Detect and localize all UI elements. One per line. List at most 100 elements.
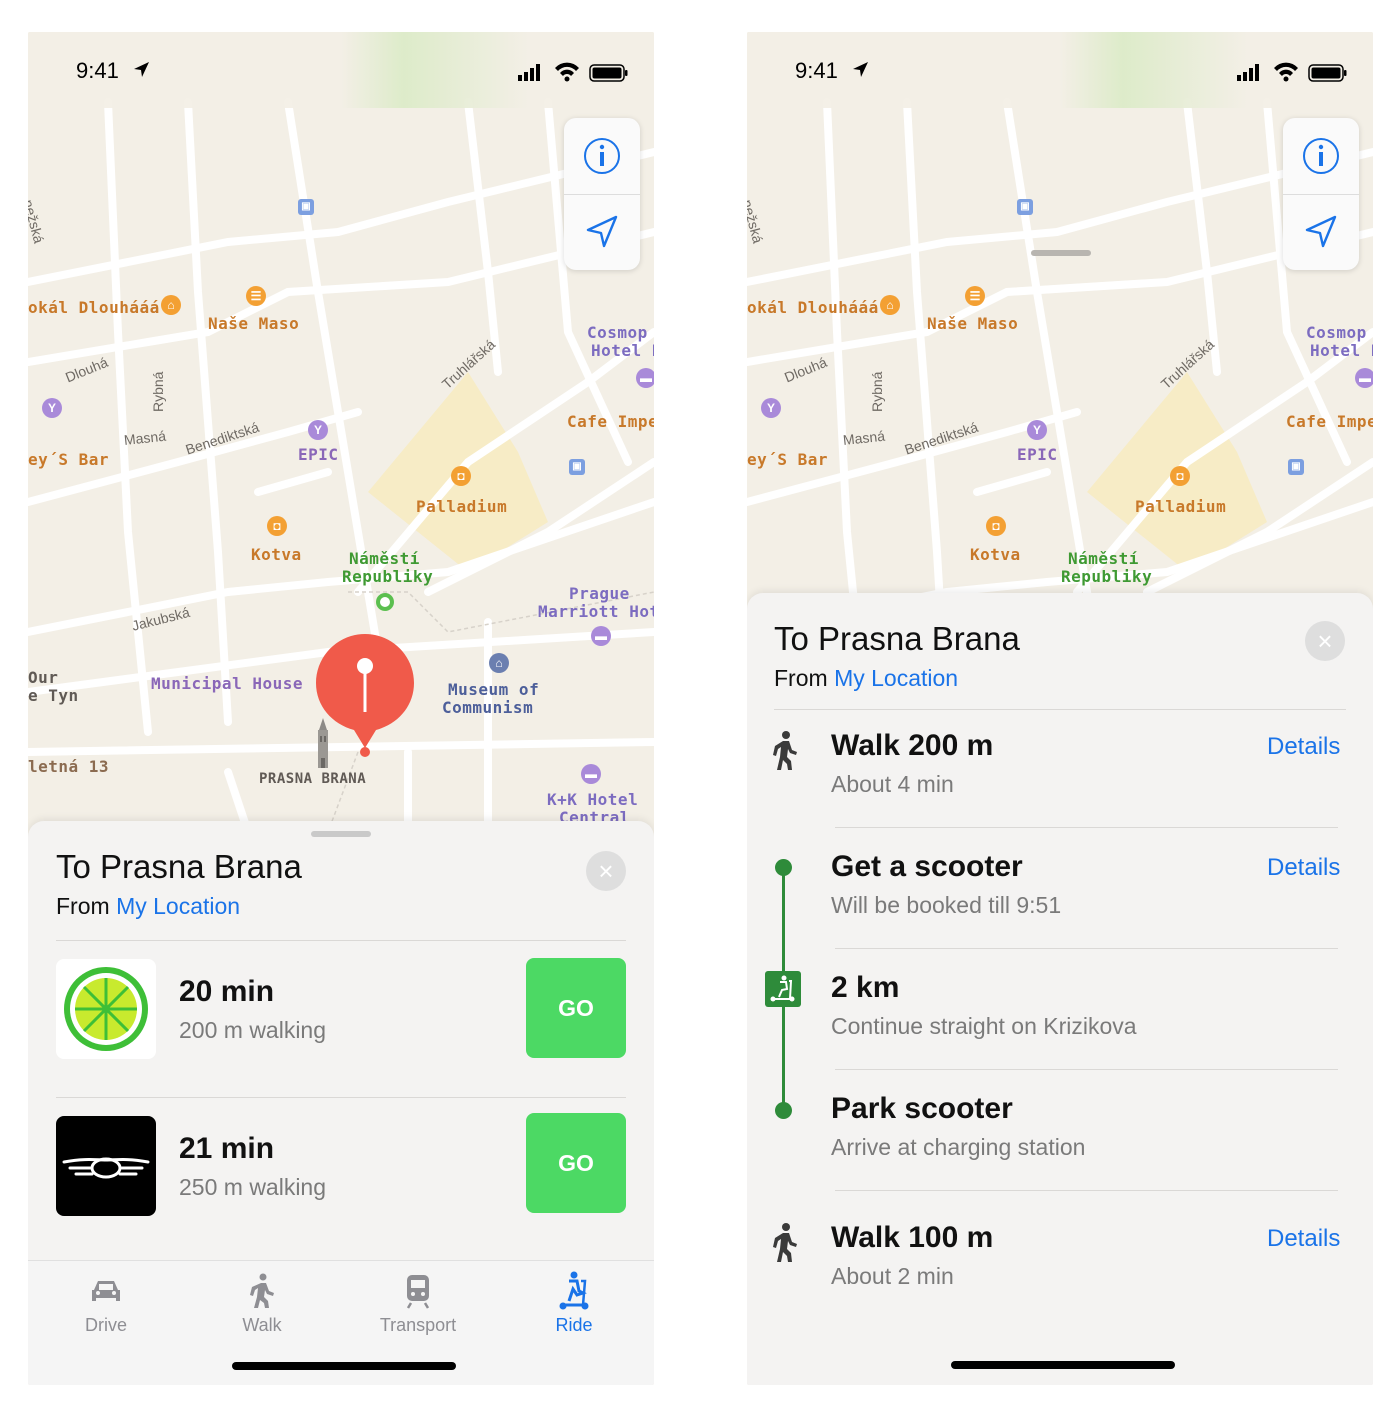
route-options-sheet: To Prasna Brana From My Location × 20 mi… xyxy=(28,821,654,1260)
shopping-icon[interactable]: ◘ xyxy=(451,466,471,486)
destination-pin-icon[interactable] xyxy=(314,632,416,760)
close-button[interactable]: × xyxy=(586,851,626,891)
status-bar: 9:41 xyxy=(28,32,654,108)
street-label: Rybná xyxy=(869,371,885,412)
divider xyxy=(56,940,626,941)
map-label-palladium[interactable]: Palladium xyxy=(1135,497,1226,516)
map-label-municipal-house[interactable]: Municipal House xyxy=(151,674,303,693)
hotel-icon[interactable]: ▬ xyxy=(581,764,601,784)
shopping-icon[interactable]: ◘ xyxy=(986,516,1006,536)
bar-icon[interactable]: Y xyxy=(42,398,62,418)
hotel-icon[interactable]: ▬ xyxy=(591,626,611,646)
hotel-icon[interactable]: ▬ xyxy=(636,368,654,388)
tab-ride[interactable]: Ride xyxy=(514,1271,634,1336)
my-location-link[interactable]: My Location xyxy=(116,893,240,919)
map-label-cafe[interactable]: Cafe Impe xyxy=(1286,412,1373,431)
close-button[interactable]: × xyxy=(1305,621,1345,661)
bus-icon[interactable]: ▣ xyxy=(1288,459,1304,475)
sheet-from: From My Location xyxy=(56,893,240,920)
tab-transport[interactable]: Transport xyxy=(358,1271,478,1336)
restaurant-icon[interactable]: ⌂ xyxy=(880,295,900,315)
map-label-bar[interactable]: ey´S Bar xyxy=(28,450,109,469)
bar-icon[interactable]: Y xyxy=(1027,420,1047,440)
step-title: Walk 100 m xyxy=(831,1221,994,1254)
location-arrow-icon[interactable] xyxy=(1303,214,1339,250)
train-icon xyxy=(406,1275,430,1309)
map-label-communism[interactable]: Communism xyxy=(442,698,533,717)
map-label-museum[interactable]: Museum of xyxy=(448,680,539,699)
tab-drive[interactable]: Drive xyxy=(46,1271,166,1336)
details-link[interactable]: Details xyxy=(1267,733,1340,761)
car-icon xyxy=(92,1281,120,1301)
map-view[interactable]: okál Dlouhááá ⌂ ☰ Naše Maso Cosmop Hotel… xyxy=(28,32,654,832)
map-label-lokal[interactable]: okál Dlouhááá xyxy=(28,298,160,317)
map-label-kotva[interactable]: Kotva xyxy=(251,545,302,564)
map-label-palladium[interactable]: Palladium xyxy=(416,497,507,516)
map-label-kk-hotel[interactable]: K+K Hotel xyxy=(547,790,638,809)
from-prefix: From xyxy=(774,665,828,691)
sheet-grabber[interactable] xyxy=(311,831,371,837)
shopping-icon[interactable]: ◘ xyxy=(267,516,287,536)
scooter-icon xyxy=(559,1271,589,1310)
details-link[interactable]: Details xyxy=(1267,1225,1340,1253)
map-label-republiky[interactable]: Republiky xyxy=(1061,567,1152,586)
map-label-nase-maso[interactable]: Naše Maso xyxy=(927,314,1018,333)
step-title: Park scooter xyxy=(831,1092,1013,1125)
map-label-kotva[interactable]: Kotva xyxy=(970,545,1021,564)
hotel-icon[interactable]: ▬ xyxy=(1355,368,1373,388)
map-label-cosmo[interactable]: Cosmop xyxy=(587,323,648,342)
location-arrow-icon xyxy=(134,62,149,77)
map-label-cosmo-hotel[interactable]: Hotel P xyxy=(591,341,654,360)
metro-station-icon[interactable] xyxy=(376,593,394,611)
shop-icon[interactable]: ☰ xyxy=(965,286,985,306)
info-icon[interactable] xyxy=(1301,136,1341,176)
map-label-our[interactable]: Our xyxy=(28,668,58,687)
map-label-epic[interactable]: EPIC xyxy=(1017,445,1058,464)
restaurant-icon[interactable]: ⌂ xyxy=(161,295,181,315)
map-label-bar[interactable]: ey´S Bar xyxy=(747,450,828,469)
map-label-lokal[interactable]: okál Dlouhááá xyxy=(747,298,879,317)
map-label-marriott[interactable]: Marriott Hote xyxy=(538,602,654,621)
bus-icon[interactable]: ▣ xyxy=(298,199,314,215)
map-label-letna[interactable]: letná 13 xyxy=(28,757,109,776)
sheet-grabber[interactable] xyxy=(1031,250,1091,256)
museum-icon[interactable]: ⌂ xyxy=(489,653,509,673)
details-link[interactable]: Details xyxy=(1267,854,1340,882)
map-label-tyn[interactable]: e Tyn xyxy=(28,686,79,705)
go-button-lime[interactable]: GO xyxy=(526,958,626,1058)
map-label-namesti[interactable]: Náměstí xyxy=(349,549,420,568)
tab-label: Drive xyxy=(84,1315,127,1335)
info-icon[interactable] xyxy=(582,136,622,176)
step-subtitle: About 4 min xyxy=(831,771,954,797)
tab-label: Walk xyxy=(242,1315,282,1335)
map-label-prasna-brana[interactable]: PRASNA BRANA xyxy=(259,771,366,787)
lime-logo xyxy=(56,959,156,1059)
shop-icon[interactable]: ☰ xyxy=(246,286,266,306)
map-label-cosmo[interactable]: Cosmop xyxy=(1306,323,1367,342)
map-label-cafe[interactable]: Cafe Impe xyxy=(567,412,654,431)
home-indicator[interactable] xyxy=(232,1362,456,1370)
location-arrow-icon xyxy=(853,62,868,77)
map-label-republiky[interactable]: Republiky xyxy=(342,567,433,586)
bar-icon[interactable]: Y xyxy=(308,420,328,440)
map-label-prague[interactable]: Prague xyxy=(569,584,630,603)
map-label-cosmo-hotel[interactable]: Hotel P xyxy=(1310,341,1373,360)
map-label-namesti[interactable]: Náměstí xyxy=(1068,549,1139,568)
bus-icon[interactable]: ▣ xyxy=(569,459,585,475)
scooter-icon xyxy=(765,971,801,1007)
location-arrow-icon[interactable] xyxy=(584,214,620,250)
map-label-nase-maso[interactable]: Naše Maso xyxy=(208,314,299,333)
home-indicator[interactable] xyxy=(951,1361,1175,1369)
tab-walk[interactable]: Walk xyxy=(202,1271,322,1336)
option-time: 20 min xyxy=(179,975,275,1008)
step-subtitle: Arrive at charging station xyxy=(831,1134,1086,1160)
go-button-bird[interactable]: GO xyxy=(526,1113,626,1213)
map-label-epic[interactable]: EPIC xyxy=(298,445,339,464)
bar-icon[interactable]: Y xyxy=(761,398,781,418)
my-location-link[interactable]: My Location xyxy=(834,665,958,691)
from-prefix: From xyxy=(56,893,110,919)
bus-icon[interactable]: ▣ xyxy=(1017,199,1033,215)
shopping-icon[interactable]: ◘ xyxy=(1170,466,1190,486)
walk-icon xyxy=(773,731,797,770)
status-icons xyxy=(518,62,628,82)
